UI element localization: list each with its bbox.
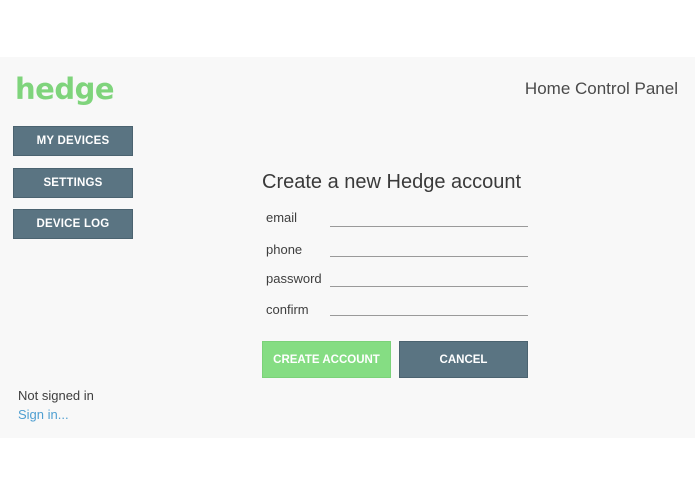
settings-button[interactable]: SETTINGS [13,168,133,198]
confirm-password-field[interactable] [330,296,528,316]
email-field[interactable] [330,207,528,227]
device-log-button[interactable]: DEVICE LOG [13,209,133,239]
hedge-logo: hedge [15,72,115,106]
password-field[interactable] [330,267,528,287]
confirm-label: confirm [266,302,309,317]
password-label: password [266,271,322,286]
sign-in-status: Not signed in [18,388,94,403]
my-devices-button[interactable]: MY DEVICES [13,126,133,156]
create-account-button[interactable]: CREATE ACCOUNT [262,341,391,378]
phone-field[interactable] [330,237,528,257]
sign-in-link[interactable]: Sign in... [18,407,69,422]
form-title: Create a new Hedge account [262,171,522,193]
email-label: email [266,210,298,225]
phone-label: phone [266,242,303,257]
cancel-button[interactable]: CANCEL [399,341,528,378]
app-panel: hedge Home Control Panel MY DEVICES SETT… [0,57,695,438]
app-title: Home Control Panel [524,79,678,98]
